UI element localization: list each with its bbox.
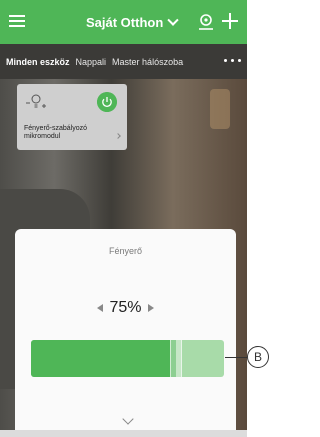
sheet-title: Fényerő	[108, 246, 143, 256]
brightness-slider-fill	[31, 340, 176, 377]
brightness-sheet: Fényerő 75%	[15, 229, 236, 437]
app-header: Saját Otthon	[0, 0, 247, 44]
chevron-down-icon	[167, 14, 179, 26]
callout-marker: B	[247, 346, 269, 368]
home-name: Saját Otthon	[86, 15, 164, 30]
room-tabs: Minden eszköz Nappali Master hálószoba	[0, 44, 247, 79]
menu-icon[interactable]	[9, 15, 25, 28]
home-selector[interactable]: Saját Otthon	[86, 14, 179, 30]
brightness-value-row: 75%	[15, 299, 236, 317]
tab-all-devices[interactable]: Minden eszköz	[6, 57, 70, 67]
power-icon[interactable]	[97, 92, 117, 112]
arrow-right-icon[interactable]	[147, 304, 154, 312]
device-name: Fényerő-szabályozó mikromodul	[24, 125, 88, 140]
brightness-slider[interactable]	[31, 340, 224, 377]
callout-label: B	[253, 350, 262, 364]
plus-icon[interactable]	[222, 13, 238, 29]
device-card[interactable]: Fényerő-szabályozó mikromodul	[17, 84, 127, 150]
tab-master-bedroom[interactable]: Master hálószoba	[112, 57, 183, 67]
more-icon[interactable]	[224, 59, 241, 62]
brightness-value: 75%	[109, 299, 142, 316]
background-lamp	[210, 89, 230, 129]
arrow-left-icon[interactable]	[97, 304, 104, 312]
callout-line	[225, 357, 247, 358]
user-location-icon[interactable]	[198, 14, 214, 30]
bulb-icon	[26, 94, 46, 108]
bottom-nav-bar	[0, 430, 247, 437]
brightness-slider-thumb[interactable]	[170, 340, 182, 377]
collapse-chevron-icon[interactable]	[122, 413, 134, 425]
tab-living-room[interactable]: Nappali	[76, 57, 107, 67]
phone-screen: Saját Otthon Minden eszköz Nappali Maste…	[0, 0, 247, 437]
